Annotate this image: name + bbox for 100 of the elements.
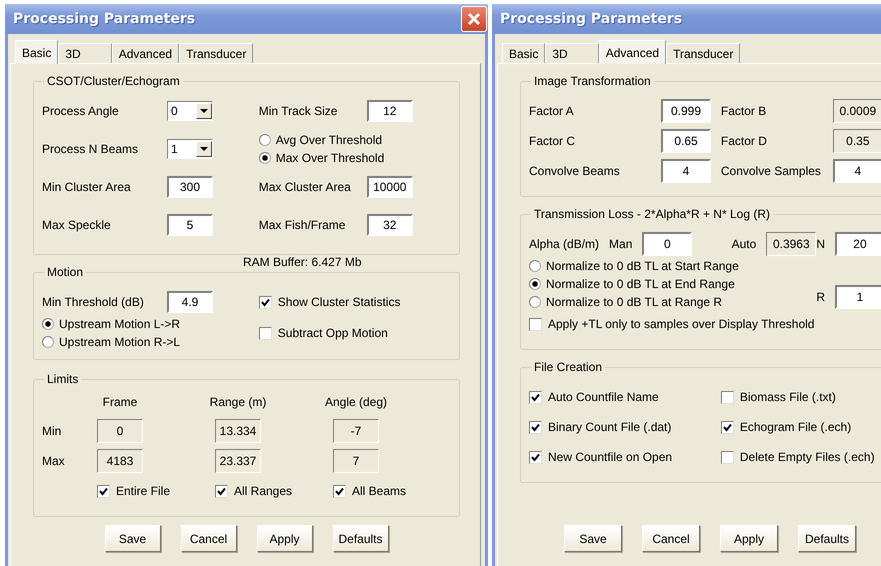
- readonly-field: 0.3963: [766, 232, 816, 256]
- field-label: Min Track Size: [258, 104, 338, 118]
- window-title: Processing Parameters: [500, 11, 682, 27]
- field-label: Factor D: [720, 134, 768, 148]
- dialog-button[interactable]: Save: [564, 525, 622, 552]
- readonly-field: -7: [333, 419, 379, 443]
- caret-icon[interactable]: [196, 141, 212, 157]
- tab[interactable]: Advanced: [598, 40, 666, 64]
- checkbox[interactable]: [333, 484, 346, 498]
- radio-label: Normalize to 0 dB TL at Start Range: [546, 259, 739, 273]
- field-label: Alpha (dB/m): [529, 237, 600, 251]
- input-field[interactable]: 4: [661, 159, 711, 183]
- checkbox[interactable]: [529, 318, 542, 330]
- field-label: N: [816, 237, 825, 251]
- field-label: Factor B: [720, 104, 768, 118]
- radio-label: Normalize to 0 dB TL at End Range: [546, 277, 735, 291]
- dialog-button[interactable]: Cancel: [180, 525, 236, 552]
- checkbox-label: All Beams: [352, 484, 406, 498]
- field-label: Factor C: [529, 134, 576, 148]
- group-title: CSOT/Cluster/Echogram: [46, 74, 181, 88]
- field-label: Convolve Samples: [720, 164, 822, 178]
- checkbox[interactable]: [720, 420, 734, 434]
- tab[interactable]: Transducer: [666, 43, 740, 64]
- field-label: Max Cluster Area: [258, 180, 352, 194]
- group-title: Transmission Loss - 2*Alpha*R + N* Log (R): [533, 207, 771, 221]
- checkbox[interactable]: [529, 450, 542, 464]
- tab[interactable]: Advanced: [112, 43, 180, 64]
- radio-label: Avg Over Threshold: [276, 133, 382, 147]
- column-header: Range (m): [210, 395, 266, 411]
- radio-button[interactable]: [529, 278, 541, 290]
- checkbox-label: All Ranges: [234, 484, 292, 498]
- checkbox[interactable]: [529, 390, 542, 404]
- tab[interactable]: 3D: [545, 43, 599, 64]
- radio-button[interactable]: [258, 152, 271, 164]
- input-field[interactable]: 0: [642, 232, 692, 256]
- checkbox[interactable]: [720, 390, 734, 404]
- dropdown[interactable]: 1: [167, 139, 213, 159]
- dialog-button[interactable]: Apply: [720, 525, 778, 552]
- radio-button[interactable]: [529, 296, 541, 308]
- row-label: Min: [42, 424, 62, 438]
- radio-button[interactable]: [42, 336, 54, 348]
- radio-label: Max Over Threshold: [276, 151, 384, 165]
- radio-button[interactable]: [42, 318, 54, 330]
- radio-label: Normalize to 0 dB TL at Range R: [546, 295, 722, 309]
- caret-icon[interactable]: [196, 103, 212, 119]
- field-label: Max Speckle: [42, 218, 112, 232]
- field-label: Min Cluster Area: [42, 180, 132, 194]
- column-header: Frame: [102, 395, 138, 411]
- field-label: Process N Beams: [42, 142, 140, 156]
- readonly-field: 4183: [97, 449, 143, 473]
- field-label: Convolve Beams: [529, 164, 621, 178]
- radio-button[interactable]: [258, 134, 271, 146]
- input-field[interactable]: 300: [167, 176, 213, 198]
- dialog-button[interactable]: Defaults: [798, 525, 856, 552]
- close-button[interactable]: [461, 6, 487, 32]
- input-field[interactable]: 12: [366, 100, 413, 122]
- field-label: Auto: [732, 237, 756, 251]
- field-label: Factor A: [529, 104, 575, 118]
- checkbox-label: Delete Empty Files (.ech): [740, 450, 875, 464]
- input-field[interactable]: 0.999: [661, 99, 711, 123]
- dropdown[interactable]: 0: [167, 101, 213, 121]
- group-title: Image Transformation: [533, 74, 652, 88]
- readonly-field: 0.35: [832, 129, 881, 153]
- field-label: R: [816, 290, 825, 304]
- readonly-field: 7: [333, 449, 379, 473]
- radio-label: Upstream Motion L->R: [59, 317, 180, 331]
- radio-button[interactable]: [529, 260, 541, 272]
- dialog-button[interactable]: Cancel: [642, 525, 700, 552]
- input-field[interactable]: 5: [167, 214, 213, 236]
- tab[interactable]: Basic: [15, 40, 58, 64]
- close-icon: [467, 12, 481, 26]
- input-field[interactable]: 4: [832, 159, 881, 183]
- checkbox-label: Show Cluster Statistics: [278, 295, 400, 309]
- dialog-button[interactable]: Save: [104, 525, 160, 552]
- checkbox[interactable]: [215, 484, 228, 498]
- checkbox[interactable]: [258, 296, 272, 308]
- input-field[interactable]: 1: [834, 285, 881, 309]
- readonly-field: 23.337: [215, 449, 261, 473]
- group-title: File Creation: [533, 360, 604, 374]
- checkbox[interactable]: [529, 420, 542, 434]
- tab[interactable]: Transducer: [179, 43, 254, 64]
- checkbox[interactable]: [97, 484, 110, 498]
- checkbox-label: Echogram File (.ech): [740, 420, 852, 434]
- checkbox[interactable]: [258, 326, 272, 340]
- row-label: Max: [42, 454, 65, 468]
- field-label: Min Threshold (dB): [42, 295, 145, 309]
- field-label: Process Angle: [42, 104, 120, 118]
- input-field[interactable]: 10000: [366, 176, 413, 198]
- tab[interactable]: 3D: [58, 43, 112, 64]
- checkbox-label: Auto Countfile Name: [548, 390, 659, 404]
- tab[interactable]: Basic: [502, 43, 546, 64]
- checkbox-label: Biomass File (.txt): [740, 390, 836, 404]
- input-field[interactable]: 20: [834, 232, 881, 256]
- input-field[interactable]: 4.9: [167, 291, 213, 313]
- input-field[interactable]: 0.65: [661, 129, 711, 153]
- checkbox[interactable]: [720, 450, 734, 464]
- dialog-button[interactable]: Defaults: [332, 525, 388, 552]
- input-field[interactable]: 32: [366, 214, 413, 236]
- dialog-button[interactable]: Apply: [256, 525, 312, 552]
- checkbox-label: Binary Count File (.dat): [548, 420, 672, 434]
